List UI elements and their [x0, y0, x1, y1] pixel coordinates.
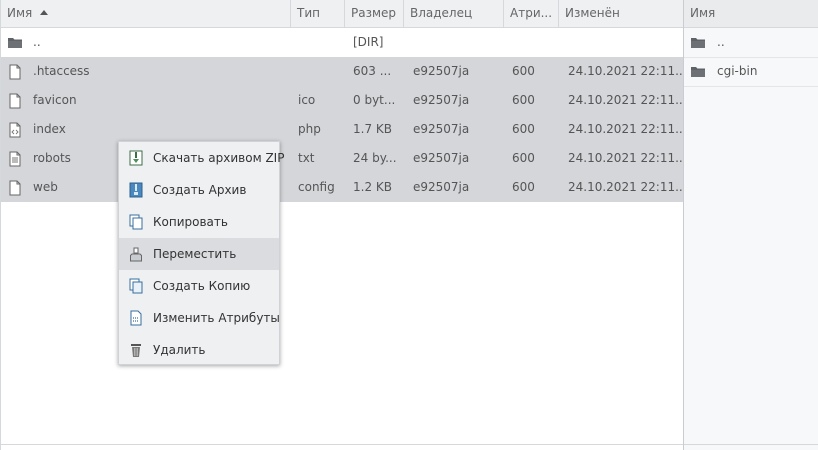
table-row-web[interactable]: web config 1.2 KB e92507ja 600 24.10.202… [1, 173, 687, 202]
column-header-name[interactable]: Имя [684, 0, 818, 27]
move-icon [130, 247, 142, 262]
column-header-owner[interactable]: Владелец [403, 0, 503, 27]
file-attributes: 600 [512, 151, 535, 165]
folder-name: .. [717, 35, 725, 49]
file-size: 24 by... [353, 151, 397, 165]
menu-item-copy[interactable]: Копировать [119, 206, 279, 238]
table-row-index[interactable]: index php 1.7 KB e92507ja 600 24.10.2021… [1, 115, 687, 144]
code-file-icon [9, 122, 21, 138]
file-owner: e92507ja [413, 180, 470, 194]
menu-item-label: Создать Архив [153, 183, 247, 197]
context-menu: Скачать архивом ZIP Создать Архив Копиро… [118, 141, 284, 366]
column-header-name-label: Имя [7, 6, 33, 20]
file-owner: e92507ja [413, 122, 470, 136]
file-attributes: 600 [512, 93, 535, 107]
file-size: 1.2 KB [353, 180, 392, 194]
duplicate-icon [129, 278, 143, 294]
folder-tree-panel: Имя .. cgi-bin [683, 0, 818, 450]
file-type: php [298, 122, 321, 136]
trash-icon [131, 344, 141, 357]
table-row-favicon[interactable]: favicon ico 0 byt... e92507ja 600 24.10.… [1, 86, 687, 115]
menu-item-label: Переместить [153, 247, 237, 261]
menu-item-download-zip[interactable]: Скачать архивом ZIP [119, 142, 284, 174]
archive-icon [129, 182, 143, 198]
file-size: 0 byt... [353, 93, 396, 107]
column-header-attributes[interactable]: Атри... [503, 0, 558, 27]
copy-icon [129, 214, 143, 230]
horizontal-scrollbar-track[interactable] [1, 444, 683, 445]
menu-item-label: Копировать [153, 215, 228, 229]
horizontal-scrollbar-track[interactable] [684, 444, 818, 445]
sort-ascending-icon [40, 10, 49, 15]
table-row-htaccess[interactable]: .htaccess 603 ... e92507ja 600 24.10.202… [1, 57, 687, 86]
file-size: 603 ... [353, 64, 392, 78]
menu-item-move[interactable]: Переместить [119, 238, 279, 270]
file-modified: 24.10.2021 22:11... [568, 122, 687, 136]
file-list-panel: Имя Тип Размер Владелец Атри... Изменён … [0, 0, 687, 450]
attributes-icon [130, 310, 142, 326]
file-modified: 24.10.2021 22:11... [568, 151, 687, 165]
folder-tree-header: Имя [684, 0, 818, 28]
text-file-icon [9, 151, 21, 167]
file-name: web [33, 180, 58, 194]
file-owner: e92507ja [413, 151, 470, 165]
file-name: .htaccess [33, 64, 90, 78]
column-header-name[interactable]: Имя [1, 0, 290, 27]
file-modified: 24.10.2021 22:11... [568, 93, 687, 107]
file-type: config [298, 180, 335, 194]
menu-item-label: Создать Копию [153, 279, 251, 293]
file-type: txt [298, 151, 315, 165]
folder-icon [8, 38, 22, 48]
file-size: 1.7 KB [353, 122, 392, 136]
file-attributes: 600 [512, 64, 535, 78]
file-owner: e92507ja [413, 64, 470, 78]
menu-item-change-attributes[interactable]: Изменить Атрибуты [119, 302, 280, 334]
list-item-parent-dir[interactable]: .. [684, 28, 818, 58]
file-size: [DIR] [353, 35, 384, 49]
folder-icon [691, 67, 705, 77]
file-icon [9, 64, 21, 80]
file-attributes: 600 [512, 122, 535, 136]
zip-archive-icon [129, 150, 143, 166]
file-attributes: 600 [512, 180, 535, 194]
menu-item-label: Изменить Атрибуты [153, 311, 280, 325]
file-type: ico [298, 93, 316, 107]
menu-item-label: Удалить [153, 343, 206, 357]
file-icon [9, 180, 21, 196]
file-name: favicon [33, 93, 77, 107]
column-header-type[interactable]: Тип [290, 0, 344, 27]
file-icon [9, 93, 21, 109]
column-header-modified[interactable]: Изменён [558, 0, 684, 27]
file-table-header: Имя Тип Размер Владелец Атри... Изменён [1, 0, 683, 28]
folder-icon [691, 38, 705, 48]
file-modified: 24.10.2021 22:11... [568, 180, 687, 194]
column-header-size[interactable]: Размер [344, 0, 403, 27]
file-name: index [33, 122, 66, 136]
menu-item-label: Скачать архивом ZIP [153, 151, 285, 165]
file-modified: 24.10.2021 22:11... [568, 64, 687, 78]
folder-name: cgi-bin [717, 64, 758, 78]
list-item-cgi-bin[interactable]: cgi-bin [684, 57, 818, 87]
table-row-robots[interactable]: robots txt 24 by... e92507ja 600 24.10.2… [1, 144, 687, 173]
file-name: robots [33, 151, 71, 165]
menu-item-create-archive[interactable]: Создать Архив [119, 174, 279, 206]
file-owner: e92507ja [413, 93, 470, 107]
file-name: .. [33, 35, 41, 49]
table-row-parent-dir[interactable]: .. [DIR] [1, 28, 683, 57]
menu-item-create-copy[interactable]: Создать Копию [119, 270, 279, 302]
menu-item-delete[interactable]: Удалить [119, 334, 279, 366]
